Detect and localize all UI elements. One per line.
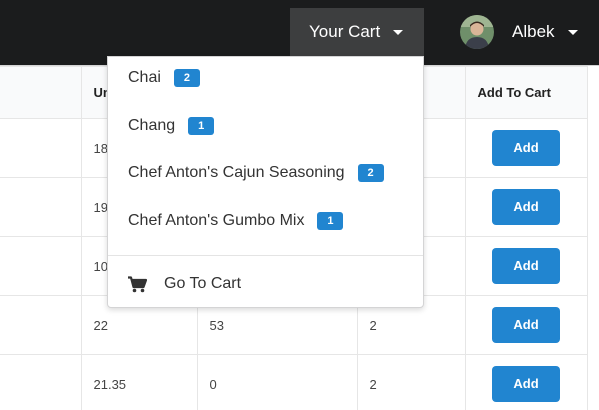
table-cell: Add <box>464 295 588 355</box>
table-cell: Add <box>464 118 588 178</box>
table-cell: 21.35 <box>80 354 198 410</box>
table-cell <box>0 354 82 410</box>
go-to-cart-label: Go To Cart <box>164 275 242 292</box>
table-cell: 0 <box>196 354 358 410</box>
table-row: 21.35 0 2 Add <box>0 354 588 410</box>
quantity-badge: 1 <box>317 212 344 230</box>
cart-item-name: Chang <box>128 117 176 134</box>
add-to-cart-button[interactable]: Add <box>492 366 560 402</box>
quantity-badge: 1 <box>188 117 215 135</box>
menu-divider <box>108 255 423 256</box>
column-header-add-to-cart: Add To Cart <box>464 66 588 119</box>
your-cart-dropdown[interactable]: Your Cart <box>290 8 424 56</box>
user-name: Albek <box>512 22 555 41</box>
cart-item[interactable]: Chef Anton's Gumbo Mix 1 <box>128 212 344 230</box>
cart-item[interactable]: Chang 1 <box>128 117 215 135</box>
shopping-cart-icon <box>128 275 147 292</box>
caret-down-icon <box>567 29 578 35</box>
go-to-cart-link[interactable]: Go To Cart <box>128 275 241 293</box>
cart-item[interactable]: Chai 2 <box>128 69 200 87</box>
cart-item-name: Chef Anton's Gumbo Mix <box>128 212 305 229</box>
table-cell: 2 <box>356 354 466 410</box>
add-to-cart-button[interactable]: Add <box>492 307 560 343</box>
table-cell: Add <box>464 354 588 410</box>
table-cell <box>0 236 82 296</box>
add-to-cart-button[interactable]: Add <box>492 130 560 166</box>
table-cell <box>0 118 82 178</box>
quantity-badge: 2 <box>173 69 200 87</box>
add-to-cart-button[interactable]: Add <box>492 189 560 225</box>
column-header <box>0 66 82 119</box>
table-cell <box>0 177 82 237</box>
table-cell: Add <box>464 177 588 237</box>
caret-down-icon <box>393 29 404 35</box>
avatar <box>460 15 494 49</box>
cart-item[interactable]: Chef Anton's Cajun Seasoning 2 <box>128 164 384 182</box>
cart-item-name: Chai <box>128 69 161 86</box>
user-menu[interactable]: Albek <box>460 14 578 50</box>
quantity-badge: 2 <box>357 164 384 182</box>
table-cell <box>0 295 82 355</box>
your-cart-label: Your Cart <box>309 22 381 41</box>
add-to-cart-button[interactable]: Add <box>492 248 560 284</box>
table-cell: Add <box>464 236 588 296</box>
cart-dropdown-menu: Chai 2 Chang 1 Chef Anton's Cajun Season… <box>107 56 424 308</box>
cart-item-name: Chef Anton's Cajun Seasoning <box>128 164 345 181</box>
